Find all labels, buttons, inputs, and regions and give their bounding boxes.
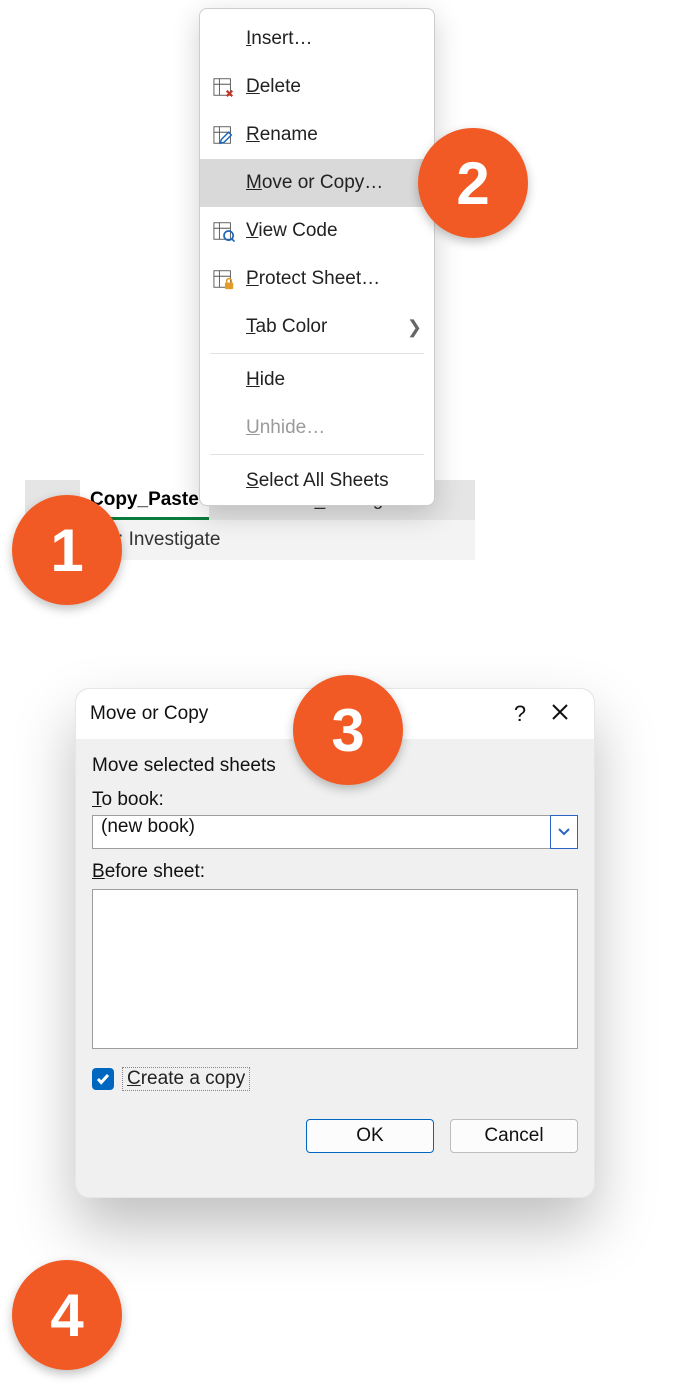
to-book-value: (new book): [92, 815, 578, 849]
before-sheet-label: Before sheet:: [92, 861, 578, 883]
help-button[interactable]: ?: [500, 701, 540, 727]
dropdown-button[interactable]: [550, 815, 578, 849]
menu-unhide: Unhide…: [200, 404, 434, 452]
blank-icon: [210, 27, 238, 51]
chevron-down-icon: [558, 826, 570, 838]
delete-sheet-icon: [210, 75, 238, 99]
menu-view-code[interactable]: View Code: [200, 207, 434, 255]
to-book-label: To book:: [92, 789, 578, 811]
menu-insert[interactable]: Insert…: [200, 15, 434, 63]
chevron-right-icon: ❯: [407, 317, 422, 338]
cancel-button[interactable]: Cancel: [450, 1119, 578, 1153]
annotation-badge-2: 2: [418, 128, 528, 238]
annotation-badge-1: 1: [12, 495, 122, 605]
menu-delete[interactable]: Delete: [200, 63, 434, 111]
blank-icon: [210, 416, 238, 440]
menu-protect-sheet[interactable]: Protect Sheet…: [200, 255, 434, 303]
menu-tab-color[interactable]: Tab Color ❯: [200, 303, 434, 351]
menu-rename[interactable]: Rename: [200, 111, 434, 159]
blank-icon: [210, 315, 238, 339]
sheet-context-menu: Insert… Delete Rename Move or Copy… View…: [199, 8, 435, 506]
create-copy-label: Create a copy: [122, 1067, 250, 1091]
to-book-select[interactable]: (new book): [92, 815, 578, 849]
menu-hide[interactable]: Hide: [200, 356, 434, 404]
before-sheet-listbox[interactable]: [92, 889, 578, 1049]
ok-button[interactable]: OK: [306, 1119, 434, 1153]
annotation-badge-3: 3: [293, 675, 403, 785]
menu-separator: [210, 454, 424, 455]
close-button[interactable]: [540, 701, 580, 727]
protect-sheet-icon: [210, 267, 238, 291]
menu-move-or-copy[interactable]: Move or Copy…: [200, 159, 434, 207]
view-code-icon: [210, 219, 238, 243]
rename-sheet-icon: [210, 123, 238, 147]
menu-separator: [210, 353, 424, 354]
create-copy-checkbox[interactable]: [92, 1068, 114, 1090]
blank-icon: [210, 171, 238, 195]
check-icon: [96, 1072, 110, 1086]
close-icon: [551, 703, 569, 721]
blank-icon: [210, 469, 238, 493]
menu-select-all-sheets[interactable]: Select All Sheets: [200, 457, 434, 505]
blank-icon: [210, 368, 238, 392]
annotation-badge-4: 4: [12, 1260, 122, 1370]
